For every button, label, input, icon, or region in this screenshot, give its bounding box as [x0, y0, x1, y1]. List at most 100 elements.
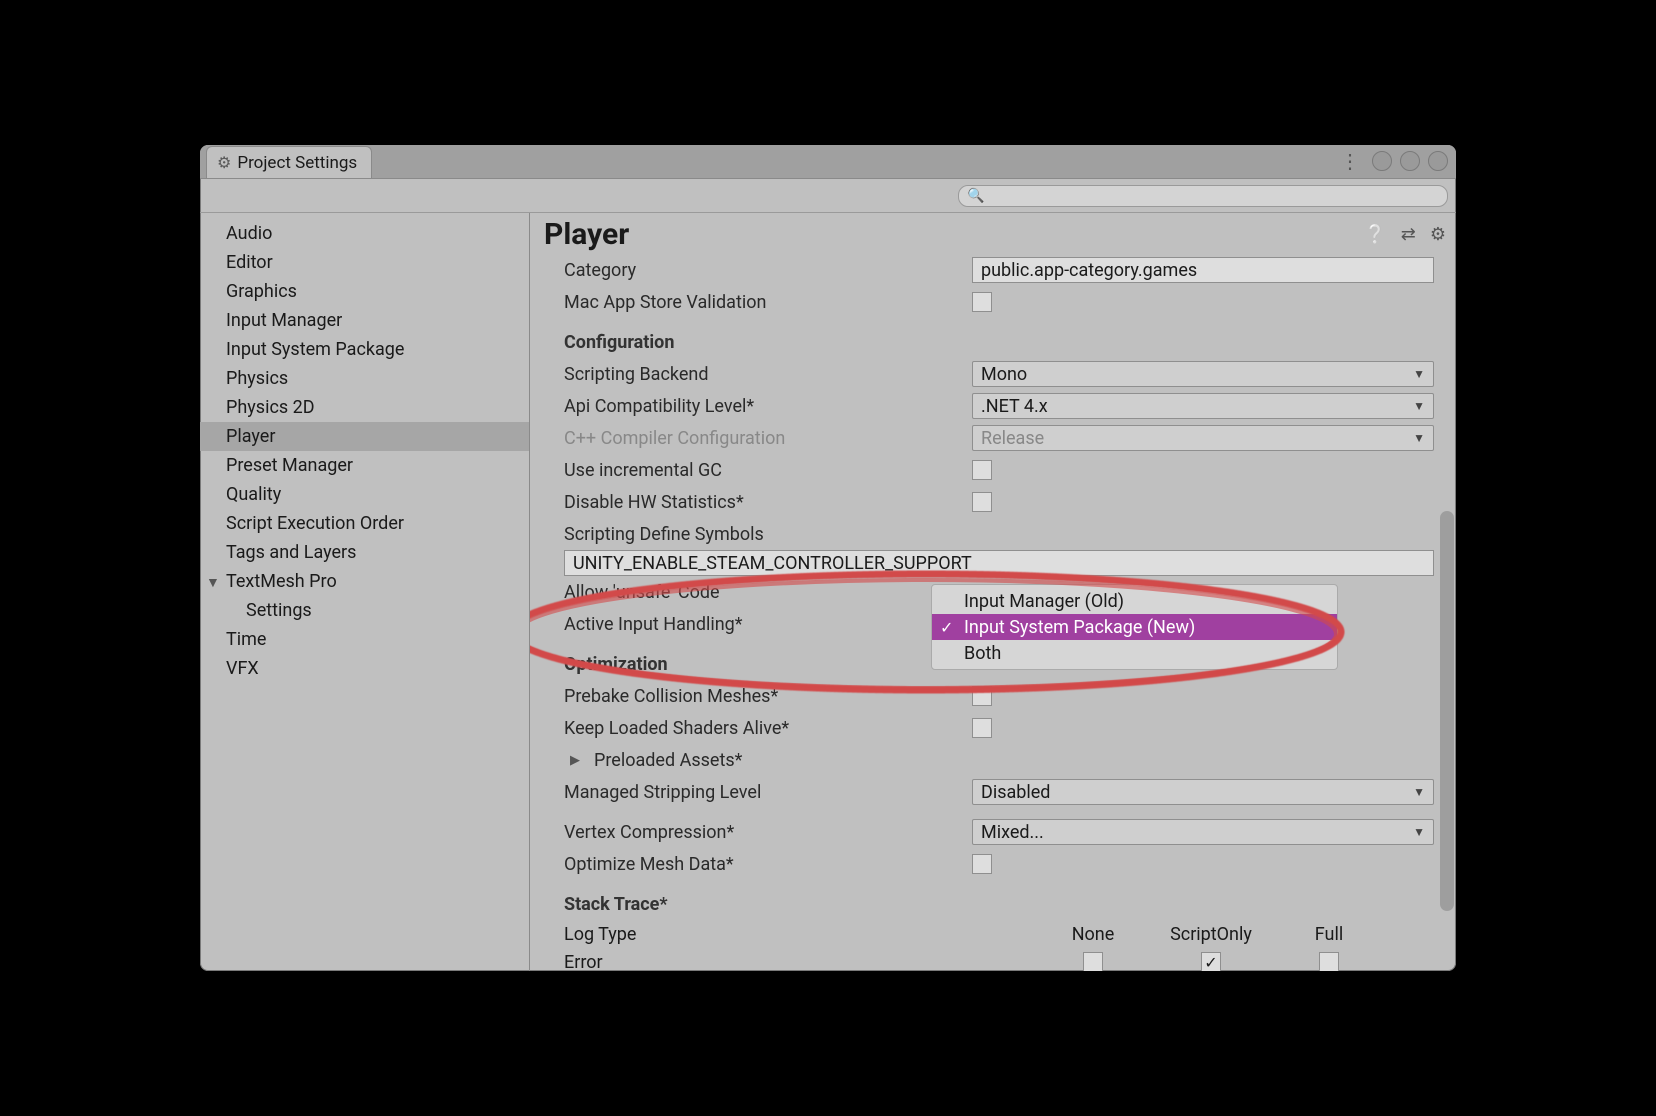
label: Preloaded Assets* — [594, 750, 982, 771]
section-optimization: Optimization — [564, 654, 964, 675]
stack-error-none-checkbox[interactable] — [1083, 952, 1103, 971]
category-value: public.app-category.games — [981, 260, 1197, 281]
chevron-down-icon: ▼ — [1413, 431, 1425, 445]
popup-item-label: Input System Package (New) — [964, 617, 1195, 638]
settings-icon[interactable]: ⚙ — [1430, 224, 1446, 245]
search-input[interactable]: 🔍 — [958, 185, 1448, 207]
help-icon[interactable]: ❔ — [1364, 224, 1386, 245]
foldout-arrow-icon[interactable]: ▶ — [570, 753, 580, 768]
dropdown-value: Release — [981, 428, 1044, 449]
dropdown-value: Disabled — [981, 782, 1050, 803]
window-controls: ⋮ — [1336, 149, 1448, 173]
optimize-mesh-checkbox[interactable] — [972, 854, 992, 874]
window-tab[interactable]: ⚙ Project Settings — [206, 146, 372, 178]
label: Mac App Store Validation — [564, 292, 964, 313]
stack-error-scriptonly-checkbox[interactable]: ✓ — [1201, 952, 1221, 971]
preset-icon[interactable]: ⇄ — [1401, 224, 1416, 245]
sidebar-item-time[interactable]: Time — [200, 625, 529, 654]
sidebar-item-tags-and-layers[interactable]: Tags and Layers — [200, 538, 529, 567]
chevron-down-icon: ▼ — [1413, 785, 1425, 799]
window-button-1[interactable] — [1372, 151, 1392, 171]
prebake-checkbox[interactable] — [972, 686, 992, 706]
content-header: Player ❔ ⇄ ⚙ — [530, 213, 1456, 254]
search-row: 🔍 — [200, 179, 1456, 213]
sidebar-item-physics[interactable]: Physics — [200, 364, 529, 393]
label: Category — [564, 260, 964, 281]
label: Disable HW Statistics* — [564, 492, 964, 513]
label: Prebake Collision Meshes* — [564, 686, 964, 707]
sidebar-item-physics-2d[interactable]: Physics 2D — [200, 393, 529, 422]
stack-col-full: Full — [1270, 924, 1388, 945]
active-input-handling-popup: Input Manager (Old) ✓ Input System Packa… — [931, 584, 1338, 670]
sidebar-item-audio[interactable]: Audio — [200, 219, 529, 248]
section-configuration: Configuration — [564, 332, 964, 353]
gear-icon: ⚙ — [217, 153, 231, 172]
scripting-backend-dropdown[interactable]: Mono ▼ — [972, 361, 1434, 387]
sidebar-item-input-system-package[interactable]: Input System Package — [200, 335, 529, 364]
sidebar-item-quality[interactable]: Quality — [200, 480, 529, 509]
sidebar-item-graphics[interactable]: Graphics — [200, 277, 529, 306]
sidebar-item-script-execution-order[interactable]: Script Execution Order — [200, 509, 529, 538]
sidebar-item-editor[interactable]: Editor — [200, 248, 529, 277]
sidebar-item-input-manager[interactable]: Input Manager — [200, 306, 529, 335]
page-title: Player — [544, 217, 629, 252]
popup-item-label: Both — [964, 643, 1001, 664]
chevron-down-icon: ▼ — [1413, 367, 1425, 381]
chevron-down-icon: ▼ — [1413, 825, 1425, 839]
sidebar-item-vfx[interactable]: VFX — [200, 654, 529, 683]
dropdown-value: Mono — [981, 364, 1027, 385]
sidebar-item-player[interactable]: Player — [200, 422, 529, 451]
sidebar-item-textmesh-settings[interactable]: Settings — [200, 596, 529, 625]
stack-col-none: None — [1034, 924, 1152, 945]
window-button-2[interactable] — [1400, 151, 1420, 171]
label: Optimize Mesh Data* — [564, 854, 964, 875]
cpp-config-dropdown: Release ▼ — [972, 425, 1434, 451]
label: C++ Compiler Configuration — [564, 428, 964, 449]
settings-sidebar: Audio Editor Graphics Input Manager Inpu… — [200, 213, 530, 971]
content-pane: Player ❔ ⇄ ⚙ Category public.app-categor… — [530, 213, 1456, 971]
content-scroll[interactable]: Category public.app-category.games Mac A… — [530, 254, 1456, 971]
expand-toggle-icon[interactable]: ▼ — [206, 571, 220, 596]
label: Allow 'unsafe' Code — [564, 582, 964, 603]
mac-app-store-checkbox[interactable] — [972, 292, 992, 312]
check-icon: ✓ — [940, 618, 953, 637]
category-field[interactable]: public.app-category.games — [972, 257, 1434, 283]
scrollbar-thumb[interactable] — [1440, 511, 1454, 911]
incremental-gc-checkbox[interactable] — [972, 460, 992, 480]
dropdown-value: .NET 4.x — [981, 396, 1048, 417]
chevron-down-icon: ▼ — [1413, 399, 1425, 413]
overflow-menu-icon[interactable]: ⋮ — [1336, 149, 1364, 173]
popup-item-label: Input Manager (Old) — [964, 591, 1124, 612]
label: Scripting Backend — [564, 364, 964, 385]
stack-col-scriptonly: ScriptOnly — [1152, 924, 1270, 945]
sidebar-item-textmesh-pro[interactable]: ▼ TextMesh Pro — [200, 567, 529, 596]
stack-row-error-label: Error — [564, 952, 1034, 972]
disable-hw-checkbox[interactable] — [972, 492, 992, 512]
label: Active Input Handling* — [564, 614, 964, 635]
label: Vertex Compression* — [564, 822, 964, 843]
keep-shaders-checkbox[interactable] — [972, 718, 992, 738]
label: Use incremental GC — [564, 460, 964, 481]
label: Managed Stripping Level — [564, 782, 964, 803]
dropdown-value: Mixed... — [981, 822, 1044, 843]
sidebar-item-preset-manager[interactable]: Preset Manager — [200, 451, 529, 480]
label: Api Compatibility Level* — [564, 396, 964, 417]
label: Keep Loaded Shaders Alive* — [564, 718, 964, 739]
stack-error-full-checkbox[interactable] — [1319, 952, 1339, 971]
stripping-dropdown[interactable]: Disabled ▼ — [972, 779, 1434, 805]
popup-item-input-manager-old[interactable]: Input Manager (Old) — [932, 588, 1337, 614]
popup-item-both[interactable]: Both — [932, 640, 1337, 666]
popup-item-input-system-package-new[interactable]: ✓ Input System Package (New) — [932, 614, 1337, 640]
label: Scripting Define Symbols — [564, 524, 964, 545]
sidebar-item-label: TextMesh Pro — [226, 571, 337, 592]
window-button-3[interactable] — [1428, 151, 1448, 171]
window-tab-title: Project Settings — [237, 153, 357, 173]
project-settings-window: ⚙ Project Settings ⋮ 🔍 Audio Editor Grap… — [200, 145, 1456, 971]
window-tab-strip: ⚙ Project Settings ⋮ — [200, 145, 1456, 179]
define-symbols-value: UNITY_ENABLE_STEAM_CONTROLLER_SUPPORT — [573, 553, 972, 574]
api-compat-dropdown[interactable]: .NET 4.x ▼ — [972, 393, 1434, 419]
section-stack-trace: Stack Trace* — [564, 894, 964, 915]
define-symbols-input[interactable]: UNITY_ENABLE_STEAM_CONTROLLER_SUPPORT — [564, 550, 1434, 576]
search-icon: 🔍 — [967, 188, 984, 204]
vertex-compression-dropdown[interactable]: Mixed... ▼ — [972, 819, 1434, 845]
